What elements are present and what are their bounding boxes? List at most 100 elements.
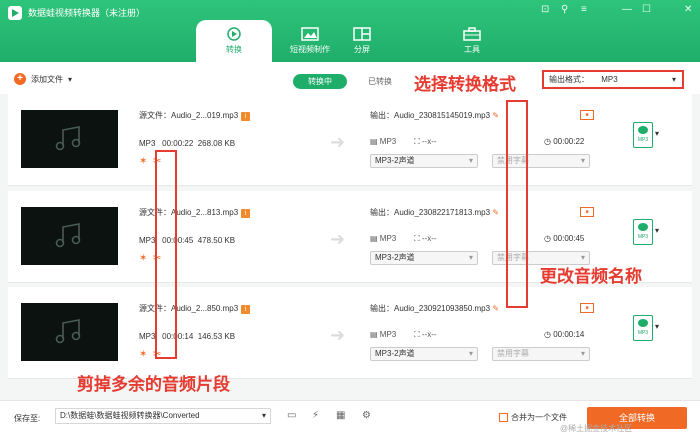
resize-icon: ⛶ (414, 137, 420, 146)
split-screen-icon (353, 27, 371, 41)
toolbox-icon (463, 27, 481, 41)
source-file: 源文件：Audio_2...019.mp3 i (139, 110, 251, 121)
chevron-down-icon[interactable]: ▾ (655, 322, 659, 331)
mp3-format-icon[interactable]: MP3 (633, 315, 653, 341)
source-format: MP3 (139, 236, 156, 245)
source-info: MP3 00:00:22 268.08 KB (139, 139, 235, 148)
save-path-select[interactable]: D:\数据蛙\数据蛙视频转换器\Converted ▾ (55, 408, 271, 424)
output-duration-info: ◷ 00:00:22 (544, 137, 584, 146)
flag-icon[interactable]: ■ (580, 110, 594, 120)
source-format: MP3 (139, 139, 156, 148)
subtitle-value: 禁用字幕 (497, 349, 529, 358)
output-format-info: ▤ MP3 ⛶ --x-- (370, 330, 437, 340)
rename-highlight-box (506, 100, 528, 308)
merge-label: 合并为一个文件 (511, 413, 567, 422)
output-duration-info: ◷ 00:00:14 (544, 330, 584, 339)
edit-pencil-icon[interactable]: ✎ (492, 304, 499, 313)
key-icon[interactable]: ⚲ (561, 4, 568, 15)
film-icon: ▤ (370, 330, 378, 339)
annotation-trim-audio: 剪掉多余的音频片段 (77, 375, 230, 394)
audio-channel-select[interactable]: MP3-2声道 ▾ (370, 251, 478, 265)
maximize-icon[interactable]: ☐ (642, 4, 651, 15)
clock-icon: ◷ (544, 137, 551, 146)
output-resolution: --x-- (421, 330, 437, 339)
source-size: 478.50 KB (197, 236, 236, 245)
menu-icon[interactable]: ≡ (581, 4, 587, 15)
list-item: 源文件：Audio_2...850.mp3 i MP3 00:00:14 146.… (8, 287, 692, 379)
output-duration-info: ◷ 00:00:45 (544, 234, 584, 243)
thumbnail (21, 303, 118, 361)
output-format-label: 输出格式： (549, 75, 589, 84)
info-icon[interactable]: i (241, 112, 251, 121)
resize-icon: ⛶ (414, 234, 420, 243)
chevron-down-icon: ▾ (468, 349, 473, 358)
output-filename: 输出：Audio_230921093850.mp3 (370, 304, 491, 313)
folder-icon[interactable]: ▭ (287, 410, 296, 421)
close-icon[interactable]: ✕ (684, 4, 692, 15)
subtitle-select[interactable]: 禁用字幕 ▾ (492, 347, 590, 361)
hardware-accel-icon[interactable]: ▦ (336, 410, 345, 421)
audio-channel-select[interactable]: MP3-2声道 ▾ (370, 347, 478, 361)
film-icon: ▤ (370, 137, 378, 146)
chevron-down-icon: ▾ (580, 156, 585, 165)
output-format: MP3 (379, 234, 397, 243)
flag-icon[interactable]: ■ (580, 207, 594, 217)
mp3-format-icon[interactable]: MP3 (633, 122, 653, 148)
film-icon: ▤ (370, 234, 378, 243)
output-format: MP3 (379, 330, 397, 339)
minimize-icon[interactable]: — (622, 4, 632, 15)
tab-converting[interactable]: 转换中 (293, 74, 347, 89)
output-name: 输出：Audio_230815145019.mp3 ✎ (370, 110, 499, 121)
watermark: @稀土掘金技术社区 (560, 424, 633, 433)
channel-value: MP3-2声道 (375, 156, 415, 165)
add-file-button[interactable]: + 添加文件 ▾ (14, 73, 72, 85)
music-note-icon (55, 223, 81, 248)
output-resolution: --x-- (421, 137, 437, 146)
source-info: MP3 00:00:45 478.50 KB (139, 236, 235, 245)
merge-option[interactable]: 合并为一个文件 (499, 412, 567, 423)
output-name: 输出：Audio_230921093850.mp3 ✎ (370, 303, 499, 314)
tab-split-screen[interactable]: 分屏 (324, 20, 400, 62)
mp3-format-icon[interactable]: MP3 (633, 219, 653, 245)
edit-pencil-icon[interactable]: ✎ (492, 111, 499, 120)
app-title: 数据蛙视频转换器（未注册） (28, 8, 146, 18)
merge-checkbox[interactable] (499, 413, 508, 422)
annotation-rename-audio: 更改音频名称 (540, 267, 642, 286)
convert-icon (227, 27, 241, 41)
chevron-down-icon: ▾ (468, 253, 473, 262)
chevron-down-icon[interactable]: ▾ (655, 129, 659, 138)
settings-icon[interactable]: ⚙ (362, 410, 371, 421)
output-format-info: ▤ MP3 ⛶ --x-- (370, 137, 437, 147)
file-list: 源文件：Audio_2...019.mp3 i MP3 00:00:22 268.… (0, 94, 700, 400)
output-format: MP3 (379, 137, 397, 146)
channel-value: MP3-2声道 (375, 253, 415, 262)
speed-off-icon[interactable]: ⚡ (312, 410, 319, 421)
magic-wand-icon[interactable]: ✶ (139, 349, 147, 360)
flag-icon[interactable]: ■ (580, 303, 594, 313)
output-format-select[interactable]: 输出格式： MP3 ▾ (542, 70, 684, 89)
clock-icon: ◷ (544, 330, 551, 339)
magic-wand-icon[interactable]: ✶ (139, 156, 147, 167)
info-icon[interactable]: i (241, 305, 251, 314)
source-format: MP3 (139, 332, 156, 341)
annotation-select-format: 选择转换格式 (414, 75, 516, 94)
tab-converted[interactable]: 已转换 (358, 74, 402, 89)
chevron-down-icon[interactable]: ▾ (655, 226, 659, 235)
arrow-right-icon: ➜ (330, 325, 346, 345)
tab-tools[interactable]: 工具 (434, 20, 510, 62)
output-format-value: MP3 (601, 75, 618, 84)
save-path-value: D:\数据蛙\数据蛙视频转换器\Converted (60, 411, 200, 420)
edit-pencil-icon[interactable]: ✎ (492, 208, 499, 217)
chevron-down-icon: ▾ (261, 411, 266, 420)
feedback-icon[interactable]: ⊡ (541, 4, 549, 15)
chevron-down-icon[interactable]: ▾ (68, 75, 72, 84)
tab-label: 分屏 (354, 45, 370, 54)
magic-wand-icon[interactable]: ✶ (139, 253, 147, 264)
title-bar: 数据蛙视频转换器（未注册） ⊡ ⚲ ≡ — ☐ ✕ 转换 短视频制作 分屏 工具 (0, 0, 700, 62)
info-icon[interactable]: i (241, 209, 251, 218)
list-item: 源文件：Audio_2...019.mp3 i MP3 00:00:22 268.… (8, 94, 692, 186)
thumbnail (21, 207, 118, 265)
tab-convert[interactable]: 转换 (196, 20, 272, 62)
audio-channel-select[interactable]: MP3-2声道 ▾ (370, 154, 478, 168)
output-name: 输出：Audio_230822171813.mp3 ✎ (370, 207, 499, 218)
